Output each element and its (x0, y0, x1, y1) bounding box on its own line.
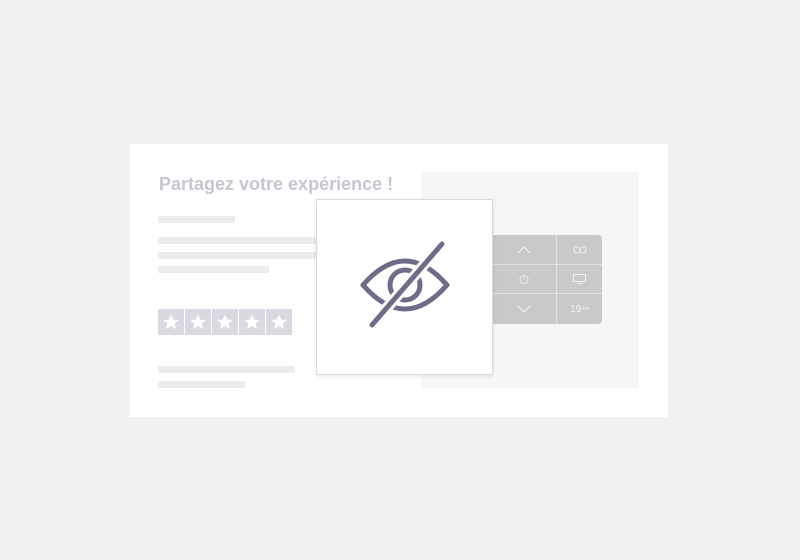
star-icon[interactable] (212, 309, 238, 335)
star-icon[interactable] (239, 309, 265, 335)
review-card-title: Partagez votre expérience ! (159, 174, 394, 194)
skeleton-line (158, 266, 269, 273)
star-icon[interactable] (266, 309, 292, 335)
skeleton-line (158, 381, 245, 388)
eye-off-icon (360, 239, 449, 331)
review-card: Partagez votre expérience ! 19 km (130, 144, 668, 417)
down-arrow-key (491, 294, 556, 324)
up-arrow-key (491, 235, 556, 264)
screen-key (557, 265, 602, 293)
loop-key (557, 235, 602, 264)
speed-unit: km (582, 306, 589, 312)
speed-value: 19 (570, 303, 582, 315)
star-icon[interactable] (158, 309, 184, 335)
timer-key (491, 265, 556, 293)
infinity-icon (573, 246, 586, 253)
skeleton-line (158, 252, 318, 259)
speed-key: 19 km (557, 294, 602, 324)
device-remote-image: 19 km (490, 235, 602, 324)
skeleton-line (158, 366, 295, 373)
skeleton-line (158, 216, 235, 223)
clock-icon (519, 275, 528, 284)
hidden-content-overlay[interactable] (316, 199, 493, 375)
star-icon[interactable] (185, 309, 211, 335)
star-rating[interactable] (158, 309, 292, 335)
skeleton-line (158, 237, 318, 244)
chevron-up-icon (517, 245, 530, 253)
chevron-down-icon (517, 305, 530, 313)
page: Partagez votre expérience ! 19 km (0, 0, 800, 560)
monitor-icon (573, 274, 586, 284)
